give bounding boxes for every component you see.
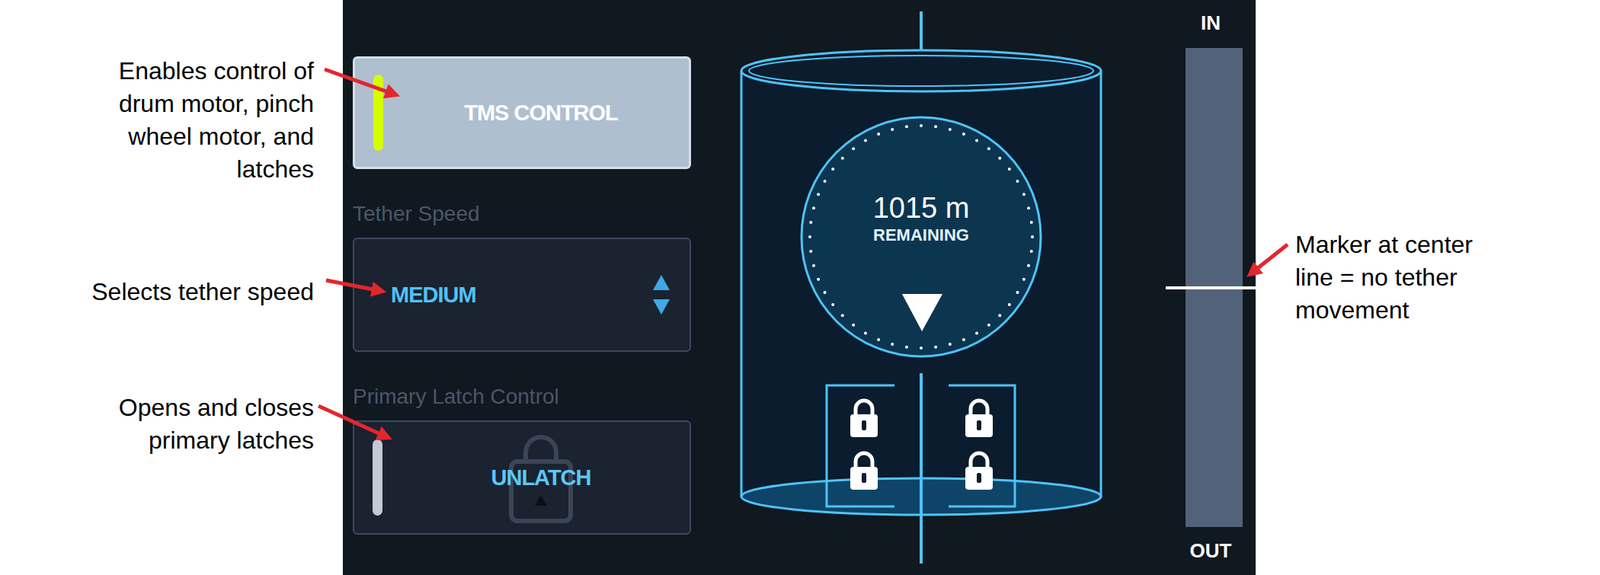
annotation-line: wheel motor, and (118, 120, 314, 154)
slider-track[interactable] (1185, 48, 1243, 528)
tether-slider: IN OUT (1165, 0, 1256, 575)
latch-lock-icon (850, 400, 878, 438)
callout-arrows (0, 0, 1600, 575)
annotated-screenshot: Enables control ofdrum motor, pinchwheel… (0, 0, 1600, 575)
remaining-readout: 1015 m REMAINING (801, 117, 1041, 247)
annotation-line: Enables control of (118, 54, 314, 88)
latch-lock-icon (850, 453, 878, 490)
latch-lock-icon (965, 453, 993, 490)
annotation-line: primary latches (118, 424, 314, 458)
tms-control-label: TMS CONTROL (464, 100, 618, 126)
annotation: Selects tether speed (91, 275, 314, 309)
callout-arrow (324, 69, 395, 95)
primary-latch-label: Primary Latch Control (352, 384, 692, 410)
drum-icon (723, 0, 1120, 575)
slider-out-label: OUT (1190, 537, 1232, 565)
callout-arrow (318, 406, 388, 438)
annotation-line: drum motor, pinch (118, 87, 314, 121)
drum-display: 1015 m REMAINING (723, 0, 1120, 575)
annotation: Marker at centerline = no tethermovement (1295, 228, 1600, 327)
left-annotations: Enables control ofdrum motor, pinchwheel… (0, 0, 343, 575)
tether-speed-select[interactable]: MEDIUM (352, 237, 692, 352)
right-annotations: Marker at centerline = no tethermovement (1255, 0, 1600, 575)
tms-panel: TMS CONTROL Tether Speed MEDIUM Primary … (342, 0, 1256, 575)
tms-indicator (373, 74, 384, 151)
remaining-label: REMAINING (873, 224, 970, 247)
slider-in-label: IN (1200, 9, 1221, 37)
controls-column: TMS CONTROL Tether Speed MEDIUM Primary … (352, 0, 692, 575)
remaining-value: 1015 m (873, 191, 970, 225)
annotation-line: Selects tether speed (91, 275, 314, 309)
tether-speed-value: MEDIUM (390, 282, 477, 308)
tms-control-button[interactable]: TMS CONTROL (352, 56, 692, 170)
latch-lock-icon (965, 400, 993, 438)
annotation-line: latches (118, 153, 314, 186)
direction-icon (902, 294, 943, 332)
slider-marker[interactable] (1165, 286, 1258, 290)
unlatch-button[interactable]: UNLATCH (352, 420, 692, 535)
callout-arrow (1251, 244, 1288, 274)
annotation-line: movement (1295, 294, 1600, 327)
callout-arrow (326, 280, 381, 292)
latch-content: UNLATCH (472, 432, 610, 524)
tether-speed-label: Tether Speed (352, 201, 692, 228)
unlatch-label: UNLATCH (491, 465, 592, 491)
annotation: Enables control ofdrum motor, pinchwheel… (118, 54, 314, 186)
up-down-icon[interactable] (651, 272, 672, 318)
annotation-line: Opens and closes (118, 391, 314, 425)
latch-indicator (372, 439, 383, 516)
annotation-line: line = no tether (1295, 261, 1600, 295)
annotation: Opens and closesprimary latches (118, 391, 314, 458)
annotation-line: Marker at center (1295, 228, 1600, 262)
